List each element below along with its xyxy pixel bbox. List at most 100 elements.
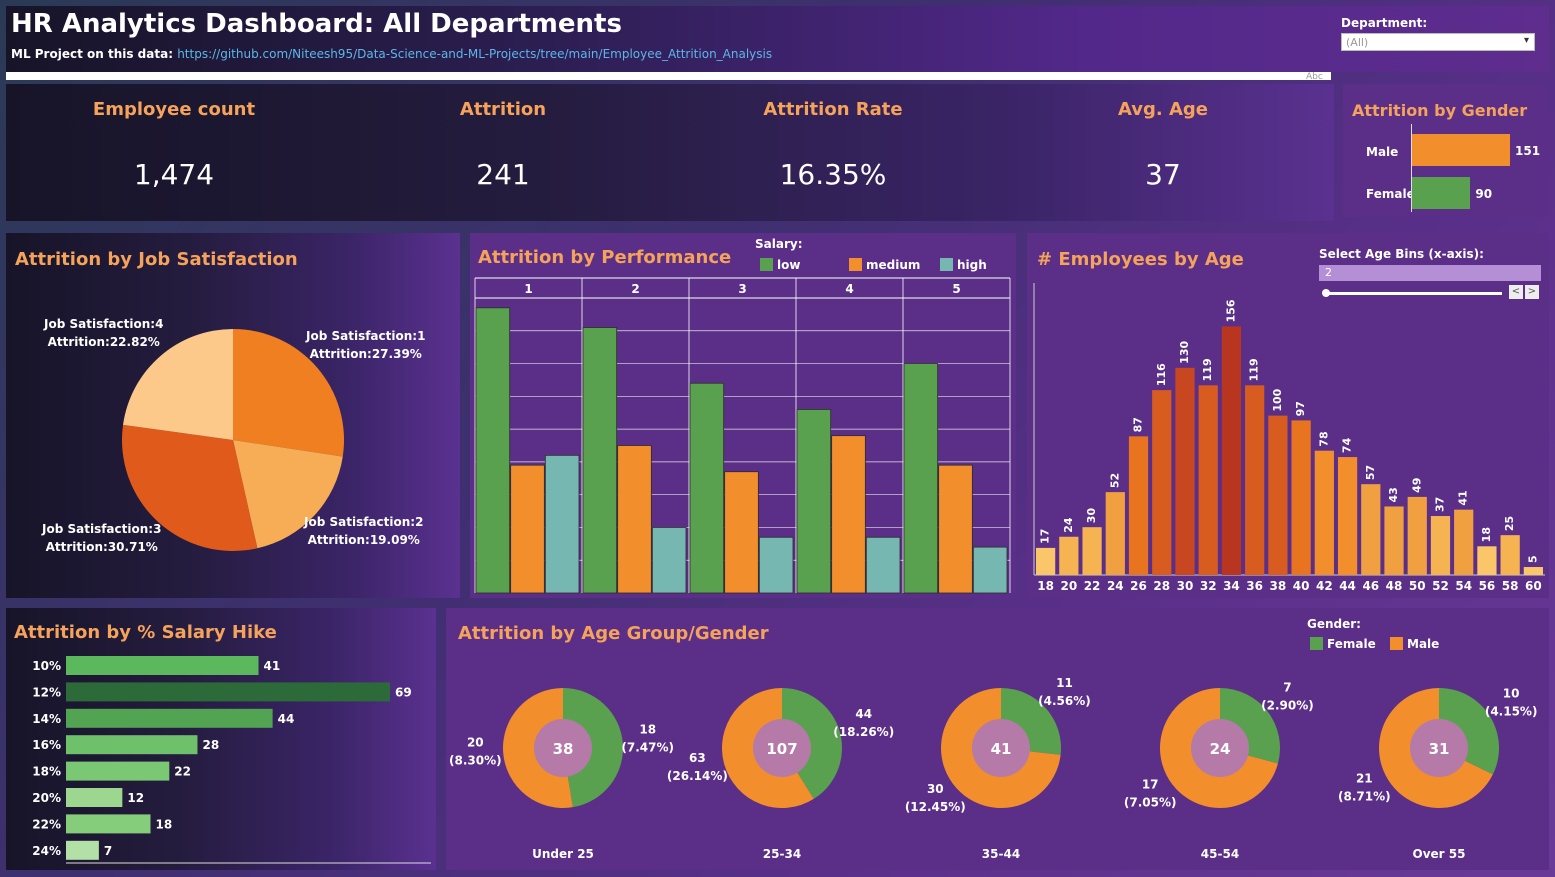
pie-label-js3: Job Satisfaction:3 Attrition:30.71% [42,520,161,556]
ml-project-link[interactable]: https://github.com/Niteesh95/Data-Scienc… [177,47,772,61]
age-bar-label: 87 [1132,417,1145,432]
donut-total: 24 [1210,740,1231,758]
donut-male-pct: (7.05%) [1124,796,1177,810]
gender-label-male: Male [1366,145,1399,159]
gender-label-female: Female [1366,187,1415,201]
perf-bar-low[interactable] [689,382,725,594]
age-bar[interactable] [1384,506,1404,575]
attrition-by-gender-panel: Attrition by Gender Male Female 151 90 [1343,84,1548,217]
avg-age-value: 37 [1145,158,1181,191]
age-bar[interactable] [1105,492,1125,575]
salary-hike-label: 24% [32,844,61,858]
chevron-down-icon[interactable]: ▾ [1524,35,1529,46]
salary-hike-bar[interactable] [66,840,99,860]
age-bar[interactable] [1198,385,1218,575]
perf-bar-high[interactable] [758,536,794,594]
perf-bar-low[interactable] [796,409,832,594]
age-bar[interactable] [1291,420,1311,575]
age-bar-label: 17 [1039,529,1052,544]
pie-label-js2-attr: Attrition:19.09% [307,533,420,547]
salary-hike-label: 22% [32,817,61,831]
salary-hike-bar[interactable] [66,788,123,807]
perf-bar-medium[interactable] [510,464,545,594]
perf-bar-medium[interactable] [831,435,866,594]
attrition-by-salary-hike-panel: Attrition by % Salary Hike 10% 41 12% 69 14%… [6,608,436,870]
age-bar[interactable] [1430,516,1451,575]
donut-male-count: 17 [1142,778,1159,792]
age-tick-label: 54 [1455,579,1472,593]
salary-hike-label: 14% [32,712,61,726]
gender-bar-female[interactable] [1412,177,1471,209]
age-bar[interactable] [1082,527,1102,575]
age-bar[interactable] [1128,436,1149,575]
age-bar[interactable] [1407,496,1427,575]
perf-bar-medium[interactable] [724,471,759,594]
gender-bar-male[interactable] [1412,134,1510,166]
performance-bar-chart[interactable]: 1 2 3 4 5 [470,233,1016,598]
perf-bar-high[interactable] [865,536,901,594]
donut-male-pct: (12.45%) [905,800,966,814]
age-bar[interactable] [1175,367,1195,575]
salary-hike-bar[interactable] [66,735,198,755]
age-bar[interactable] [1268,415,1288,575]
ml-project-label: ML Project on this data: [11,47,173,61]
department-dropdown[interactable]: (All) ▾ [1341,33,1535,51]
donut-total: 107 [766,740,797,758]
age-bar-label: 97 [1294,401,1307,416]
pie-label-js2-name: Job Satisfaction:2 [304,515,424,529]
age-bar[interactable] [1500,535,1520,575]
kpi-panel: Employee count 1,474 Attrition 241 Attri… [6,84,1334,221]
salary-hike-bar[interactable] [66,682,390,702]
age-bar[interactable] [1314,450,1334,575]
age-bar[interactable] [1221,326,1242,575]
age-histogram-chart[interactable]: 17 18 24 20 30 22 52 24 87 26 116 28 130 30 119 32 156 34… [1027,233,1549,598]
salary-hike-bar[interactable] [66,814,151,834]
attrition-rate-label: Attrition Rate [763,99,903,120]
age-tick-label: 46 [1362,579,1379,593]
perf-bar-low[interactable] [582,327,618,594]
age-tick-label: 20 [1060,579,1077,593]
avg-age-label: Avg. Age [1117,99,1209,120]
perf-bar-high[interactable] [544,454,580,594]
employee-count-value: 1,474 [133,158,215,191]
age-bar-label: 43 [1387,487,1400,502]
age-bar[interactable] [1337,457,1358,575]
age-bar[interactable] [1245,385,1265,575]
age-bar-label: 119 [1201,358,1214,381]
donut-group-name: Under 25 [532,847,594,861]
age-bar[interactable] [1059,536,1079,575]
perf-column-label: 2 [631,282,639,296]
salary-hike-bar[interactable] [66,708,273,728]
donut-female-count: 18 [639,722,656,736]
salary-hike-bar[interactable] [66,656,259,675]
perf-bar-medium[interactable] [617,445,652,594]
age-tick-label: 24 [1107,579,1124,593]
donut-female-pct: (18.26%) [833,725,894,739]
perf-bar-low[interactable] [475,307,511,594]
age-bar-label: 57 [1364,465,1377,480]
salary-hike-bar-chart[interactable]: 10% 41 12% 69 14% 44 16% 28 18% 22 20% 12 22% 18 24% 7 [6,608,436,870]
perf-bar-medium[interactable] [938,464,973,594]
donut-male-count: 30 [927,782,944,796]
age-bar-label: 156 [1224,299,1237,322]
salary-hike-bar[interactable] [66,761,170,781]
age-bar-label: 78 [1317,431,1330,446]
donut-female-pct: (7.47%) [621,740,674,754]
perf-bar-high[interactable] [651,527,687,594]
age-group-donut-charts[interactable]: 38Under 2518(7.47%)20(8.30%)10725-3444(1… [446,608,1549,870]
pie-label-js4-name: Job Satisfaction:4 [44,317,164,331]
salary-hike-label: 18% [32,765,61,779]
age-bar[interactable] [1454,509,1474,575]
age-tick-label: 28 [1153,579,1170,593]
age-bar[interactable] [1361,484,1381,575]
age-bar[interactable] [1036,547,1056,575]
perf-bar-low[interactable] [903,363,939,594]
pie-label-js4: Job Satisfaction:4 Attrition:22.82% [44,315,163,351]
donut-total: 38 [553,740,574,758]
donut-male-pct: (26.14%) [667,769,728,783]
age-bar[interactable] [1477,546,1497,575]
age-bar[interactable] [1523,567,1543,575]
age-bar[interactable] [1152,390,1172,575]
perf-bar-high[interactable] [972,546,1008,594]
attrition-rate-value: 16.35% [779,158,887,191]
